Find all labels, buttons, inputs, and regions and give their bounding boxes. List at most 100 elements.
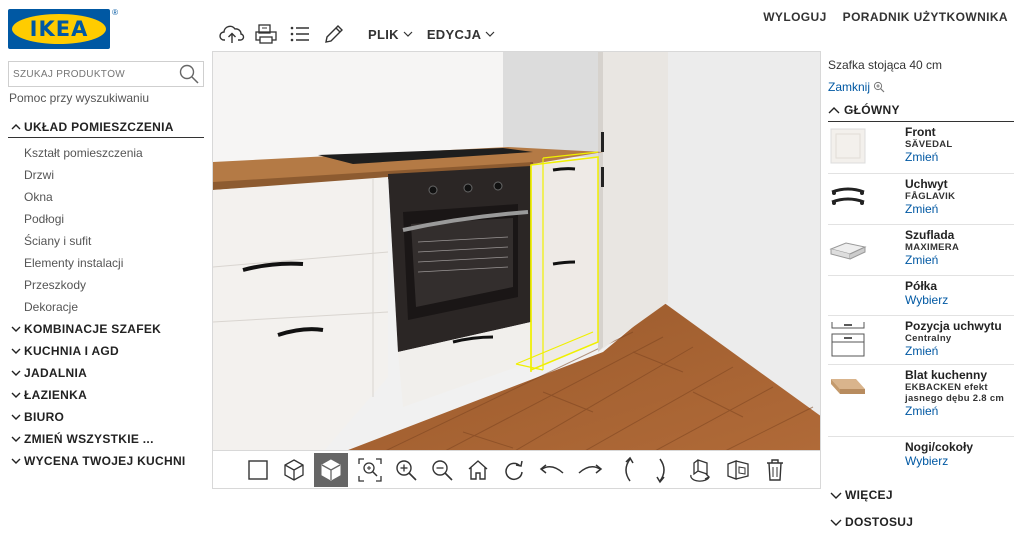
nav-bathroom[interactable]: ŁAZIENKA [8,384,204,406]
ikea-logo[interactable]: IKEA ® [8,8,118,49]
nav-item-decorations[interactable]: Dekoracje [8,296,204,318]
logo-registered-mark: ® [112,8,118,17]
chevron-down-icon [8,348,24,354]
close-link-label: Zamknij [828,80,871,94]
nav-kitchen-quote[interactable]: WYCENA TWOJEJ KUCHNI [8,450,204,472]
list-icon[interactable] [286,20,314,48]
option-legs-plinths: Nogi/cokoły Wybierz [828,437,1014,477]
view-3d-cube-icon[interactable] [277,453,311,487]
view-toolbar [212,451,821,489]
option-shelf: Półka Wybierz [828,276,1014,316]
option-name: Pozycja uchwytu [905,319,1002,333]
nav-change-all[interactable]: ZMIEŃ WSZYSTKIE ... [8,428,204,450]
menu-file[interactable]: PLIK [368,27,413,42]
nav-kitchen-appliances[interactable]: KUCHNIA I AGD [8,340,204,362]
logout-link[interactable]: WYLOGUJ [763,10,826,24]
option-value: Centralny [905,333,952,344]
nav-item-installations[interactable]: Elementy instalacji [8,252,204,274]
nav-room-layout[interactable]: UKŁAD POMIESZCZENIA [8,116,204,138]
nav-cabinet-combinations[interactable]: KOMBINACJE SZAFEK [8,318,204,340]
handle-position-thumbnail [828,320,868,360]
section-customize[interactable]: DOSTOSUJ [830,515,913,529]
panel-title: Szafka stojąca 40 cm [828,58,943,72]
zoom-fit-icon[interactable] [353,453,387,487]
3d-kitchen-view[interactable] [212,51,821,451]
option-name: Szuflada [905,228,955,242]
option-name: Blat kuchenny [905,368,988,382]
nav-item-obstacles[interactable]: Przeszkody [8,274,204,296]
view-2d-icon[interactable] [241,453,275,487]
kitchen-render [213,52,820,450]
nav-section-label: ŁAZIENKA [24,388,88,402]
cloud-upload-icon[interactable] [218,20,246,48]
chevron-up-icon [8,123,24,130]
option-name: Front [905,125,936,139]
section-customize-label: DOSTOSUJ [845,515,914,529]
zoom-out-icon[interactable] [425,453,459,487]
tilt-up-icon[interactable] [611,453,645,487]
rotate-left-icon[interactable] [535,453,569,487]
zoom-icon [873,81,885,93]
print-icon[interactable] [252,20,280,48]
option-handle: Uchwyt FÅGLAVIK Zmień [828,174,1014,225]
chevron-up-icon [828,106,840,113]
home-icon[interactable] [461,453,495,487]
search-help-link[interactable]: Pomoc przy wyszukiwaniu [9,91,149,105]
option-value: MAXIMERA [905,242,960,253]
chevron-down-icon [485,31,495,37]
choose-link[interactable]: Wybierz [905,293,1015,308]
nav-section-label: WYCENA TWOJEJ KUCHNI [24,454,186,468]
tilt-down-icon[interactable] [645,453,679,487]
section-main[interactable]: GŁÓWNY [828,103,1014,122]
chevron-down-icon [8,370,24,376]
nav-section-label: JADALNIA [24,366,88,380]
chevron-down-icon [8,458,24,464]
user-guide-link[interactable]: PORADNIK UŻYTKOWNIKA [843,10,1008,24]
option-name: Nogi/cokoły [905,440,974,454]
chevron-down-icon [8,326,24,332]
close-link[interactable]: Zamknij [828,80,1014,94]
nav-office[interactable]: BIURO [8,406,204,428]
menu-edit[interactable]: EDYCJA [427,27,496,42]
change-link[interactable]: Zmień [905,253,1015,268]
option-value: FÅGLAVIK [905,191,956,202]
search-input[interactable] [9,62,169,86]
logo-text: IKEA [29,17,89,41]
nav-item-windows[interactable]: Okna [8,186,204,208]
chevron-down-icon [8,414,24,420]
option-value: EKBACKEN efekt jasnego dębu 2.8 cm [905,382,1005,404]
change-link[interactable]: Zmień [905,344,1015,359]
nav-section-label: KUCHNIA I AGD [24,344,120,358]
room-view-icon[interactable] [721,453,755,487]
trash-icon[interactable] [758,453,792,487]
option-name: Uchwyt [905,177,948,191]
top-toolbar: PLIK EDYCJA [218,20,495,48]
choose-link[interactable]: Wybierz [905,454,1015,469]
search-icon[interactable] [178,64,200,87]
option-name: Półka [905,279,938,293]
zoom-in-icon[interactable] [389,453,423,487]
nav-section-label: BIURO [24,410,65,424]
section-more[interactable]: WIĘCEJ [830,488,893,502]
change-link[interactable]: Zmień [905,150,1015,165]
option-front: Front SÄVEDAL Zmień [828,122,1014,174]
chevron-down-icon [8,436,24,442]
nav-item-doors[interactable]: Drzwi [8,164,204,186]
change-link[interactable]: Zmień [905,202,1015,217]
rotate-object-icon[interactable] [683,453,717,487]
chevron-down-icon [830,519,842,526]
top-links: WYLOGUJ PORADNIK UŻYTKOWNIKA [763,10,1008,24]
rotate-right-icon[interactable] [573,453,607,487]
nav-item-room-shape[interactable]: Kształt pomieszczenia [8,142,204,164]
product-search [8,61,204,87]
left-navigation: UKŁAD POMIESZCZENIA Kształt pomieszczeni… [8,116,204,472]
chevron-down-icon [403,31,413,37]
view-3d-selected-icon[interactable] [314,453,348,487]
rotate-cw-icon[interactable] [497,453,531,487]
nav-dining[interactable]: JADALNIA [8,362,204,384]
nav-item-floors[interactable]: Podłogi [8,208,204,230]
nav-item-walls-ceiling[interactable]: Ściany i sufit [8,230,204,252]
pencil-icon[interactable] [320,20,348,48]
chevron-down-icon [830,492,842,499]
change-link[interactable]: Zmień [905,404,1015,419]
